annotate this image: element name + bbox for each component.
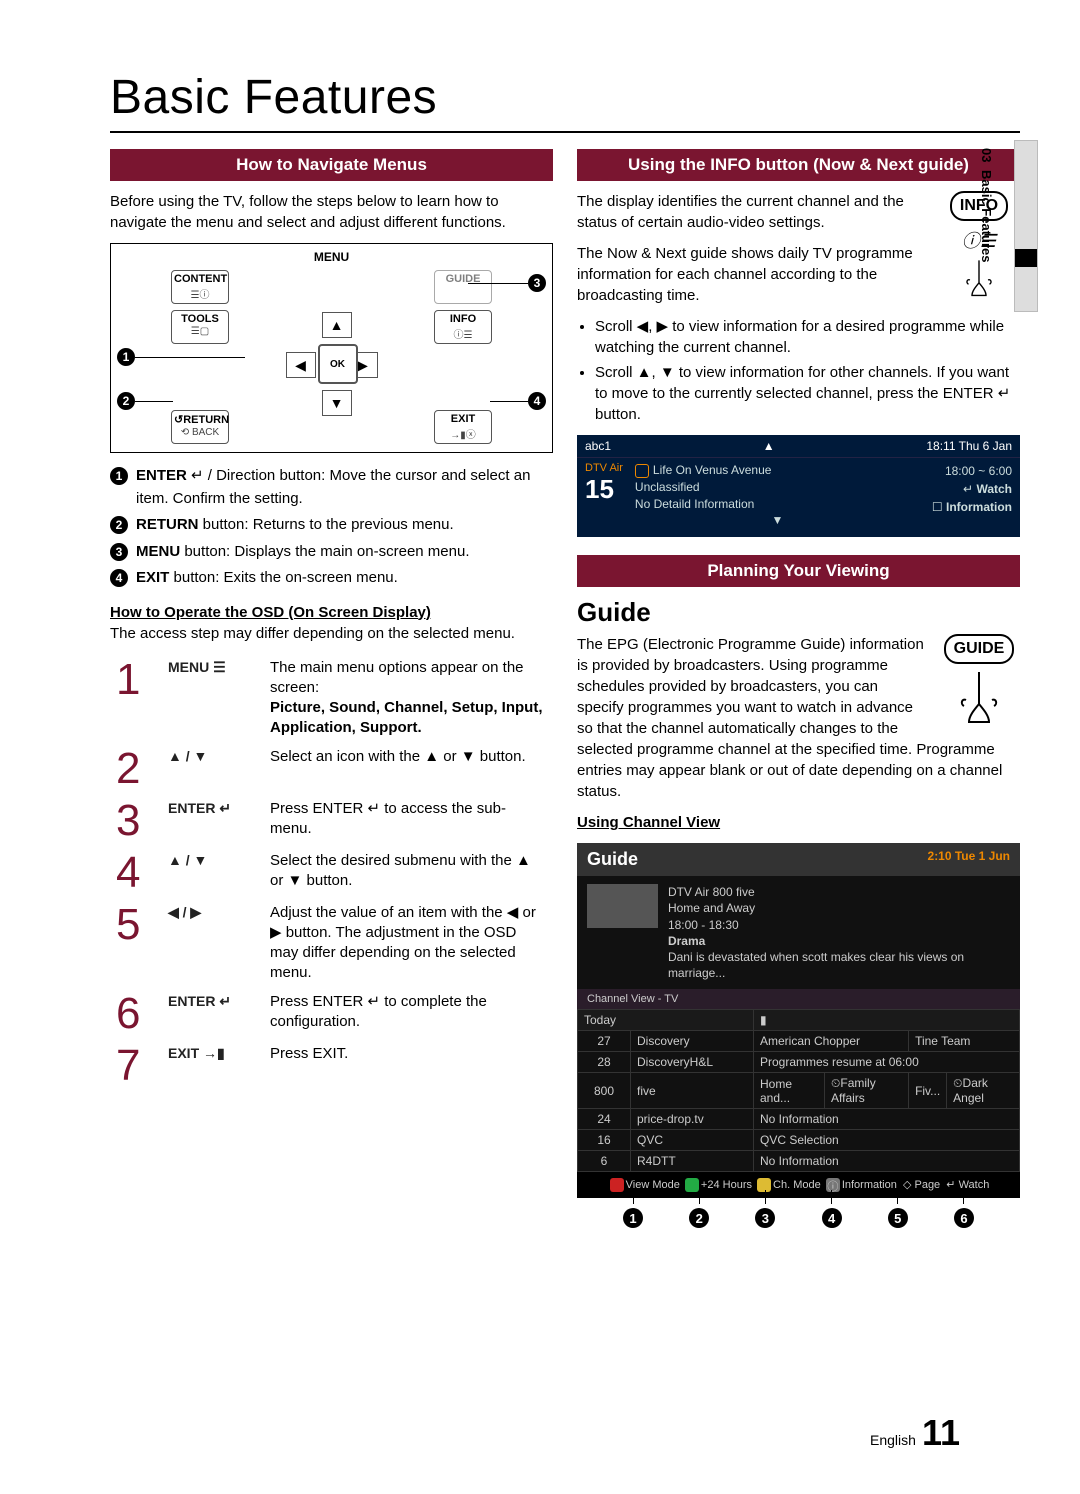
- table-row: 27DiscoveryAmerican ChopperTine Team: [578, 1031, 1020, 1052]
- return-key: ↺RETURN ⟲ BACK: [171, 410, 229, 444]
- table-row: 16QVCQVC Selection: [578, 1130, 1020, 1151]
- table-row: 24price-drop.tvNo Information: [578, 1109, 1020, 1130]
- info-osd-clock: 18:11 Thu 6 Jan: [926, 439, 1012, 453]
- navigate-intro: Before using the TV, follow the steps be…: [110, 191, 553, 233]
- callout-1: 1: [117, 348, 135, 366]
- section-planning: Planning Your Viewing: [577, 555, 1020, 587]
- section-info-button: Using the INFO button (Now & Next guide): [577, 149, 1020, 181]
- info-icon: ⓘ: [826, 1178, 840, 1192]
- guide-osd-grid: Today▮ 27DiscoveryAmerican ChopperTine T…: [577, 1009, 1020, 1172]
- page-title: Basic Features: [110, 70, 1020, 125]
- osd-intro: The access step may differ depending on …: [110, 623, 553, 644]
- down-arrow-icon: ▼: [322, 390, 352, 416]
- hand-icon: [954, 670, 1004, 730]
- guide-hand-graphic: GUIDE: [938, 634, 1020, 734]
- info-bullets: Scroll ◀, ▶ to view information for a de…: [595, 316, 1020, 425]
- info-key: INFOⓘ☰: [434, 310, 492, 344]
- content-key: CONTENT☰ⓘ: [171, 270, 229, 304]
- guide-key: GUIDE: [434, 270, 492, 304]
- left-arrow-icon: ◀: [286, 352, 316, 378]
- page-number: 11: [922, 1412, 960, 1454]
- guide-label: GUIDE: [944, 634, 1015, 664]
- menu-key-label: MENU: [314, 250, 349, 264]
- title-rule: [110, 131, 1020, 133]
- remote-diagram: MENU CONTENT☰ⓘ GUIDE TOOLS☰▢ INFOⓘ☰ ▲ ▼ …: [110, 243, 553, 453]
- side-tab: [1014, 140, 1038, 312]
- section-navigate-menus: How to Navigate Menus: [110, 149, 553, 181]
- page-footer: English 11: [870, 1412, 960, 1454]
- info-osd-chnum: 15: [585, 474, 623, 505]
- button-descriptions: 1ENTER ↵ / Direction button: Move the cu…: [110, 465, 553, 590]
- guide-callouts: 1 2 3 4 5 6: [577, 1198, 1020, 1228]
- tools-key: TOOLS☰▢: [171, 310, 229, 344]
- dpad: ▲ ▼ ◀ ▶ OK: [282, 324, 382, 404]
- info-osd-service: DTV Air: [585, 462, 623, 474]
- guide-osd-tab: Channel View - TV: [577, 989, 1020, 1009]
- exit-key: EXIT→▮ⓧ: [434, 410, 492, 444]
- guide-osd-panel: Guide 2:10 Tue 1 Jun DTV Air 800 five Ho…: [577, 843, 1020, 1198]
- osd-heading: How to Operate the OSD (On Screen Displa…: [110, 604, 553, 621]
- info-osd-prog: Life On Venus Avenue: [653, 463, 772, 477]
- guide-osd-thumbnail: [587, 884, 658, 928]
- guide-osd-legend: View Mode +24 Hours Ch. Mode ⓘInformatio…: [577, 1172, 1020, 1198]
- info-osd-channel: abc1: [585, 439, 611, 453]
- table-row: 800fiveHome and...⏲Family AffairsFiv...⏲…: [578, 1073, 1020, 1109]
- callout-3: 3: [528, 274, 546, 292]
- table-row: 6R4DTTNo Information: [578, 1151, 1020, 1172]
- table-row: 28DiscoveryH&LProgrammes resume at 06:00: [578, 1052, 1020, 1073]
- guide-osd-title: Guide: [587, 849, 638, 870]
- guide-heading: Guide: [577, 597, 1020, 628]
- using-channel-view: Using Channel View: [577, 812, 1020, 833]
- osd-steps-table: 1MENU ☰ The main menu options appear on …: [110, 654, 553, 1092]
- callout-4: 4: [528, 392, 546, 410]
- info-osd-panel: abc1 ▲ 18:11 Thu 6 Jan DTV Air 15 Life O…: [577, 435, 1020, 537]
- ok-key: OK: [318, 344, 358, 384]
- callout-2: 2: [117, 392, 135, 410]
- side-tab-label: 03 Basic Features: [976, 148, 994, 288]
- up-arrow-icon: ▲: [322, 312, 352, 338]
- info-osd-time: 18:00 ~ 6:00: [945, 464, 1012, 478]
- guide-osd-clock: 2:10 Tue 1 Jun: [928, 849, 1010, 870]
